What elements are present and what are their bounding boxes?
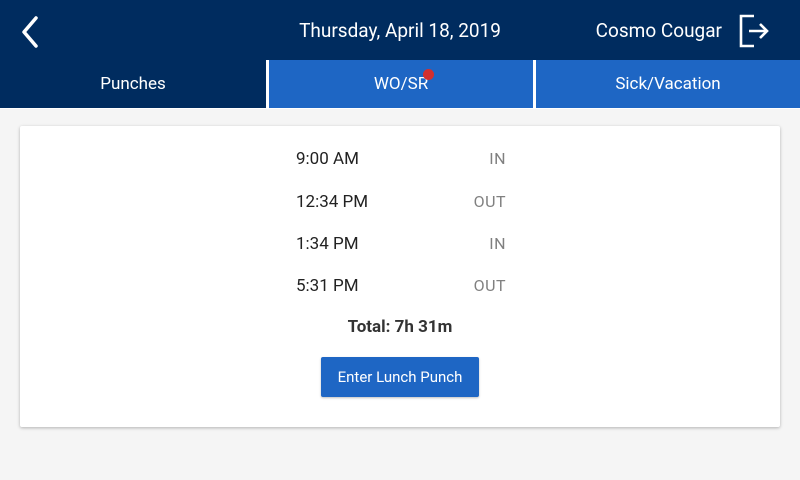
punch-type: OUT xyxy=(473,192,506,211)
chevron-left-icon xyxy=(22,16,38,48)
user-name: Cosmo Cougar xyxy=(595,19,722,42)
tab-bar: Punches WO/SR Sick/Vacation xyxy=(0,60,800,109)
back-button[interactable] xyxy=(14,12,50,52)
punch-type: OUT xyxy=(473,276,506,295)
tab-label: Punches xyxy=(100,74,166,94)
tab-label: Sick/Vacation xyxy=(615,74,721,94)
tab-label-wrapper: WO/SR xyxy=(373,60,435,108)
logout-button[interactable] xyxy=(736,11,774,51)
tab-sick-vacation[interactable]: Sick/Vacation xyxy=(536,60,800,108)
punch-time: 12:34 PM xyxy=(296,192,369,212)
tab-wo-sr[interactable]: WO/SR xyxy=(269,60,533,108)
tab-label: WO/SR xyxy=(373,74,429,94)
total-hours: Total: 7h 31m xyxy=(347,317,453,337)
tab-punches[interactable]: Punches xyxy=(0,60,266,108)
logout-icon xyxy=(739,14,769,48)
punch-type: IN xyxy=(489,234,506,253)
punch-row: 12:34 PM OUT xyxy=(296,187,506,217)
punch-type: IN xyxy=(489,149,506,168)
enter-lunch-punch-button[interactable]: Enter Lunch Punch xyxy=(321,357,479,397)
punch-time: 5:31 PM xyxy=(296,276,359,296)
notification-dot xyxy=(423,69,435,80)
punch-time: 9:00 AM xyxy=(296,149,359,169)
punch-row: 1:34 PM IN xyxy=(296,229,506,259)
punch-row: 9:00 AM IN xyxy=(296,144,506,174)
punch-time: 1:34 PM xyxy=(296,234,359,254)
punches-card: 9:00 AM IN 12:34 PM OUT 1:34 PM IN 5:31 … xyxy=(20,126,780,427)
punch-row: 5:31 PM OUT xyxy=(296,271,506,301)
app-header: Thursday, April 18, 2019 Cosmo Cougar xyxy=(0,0,800,60)
